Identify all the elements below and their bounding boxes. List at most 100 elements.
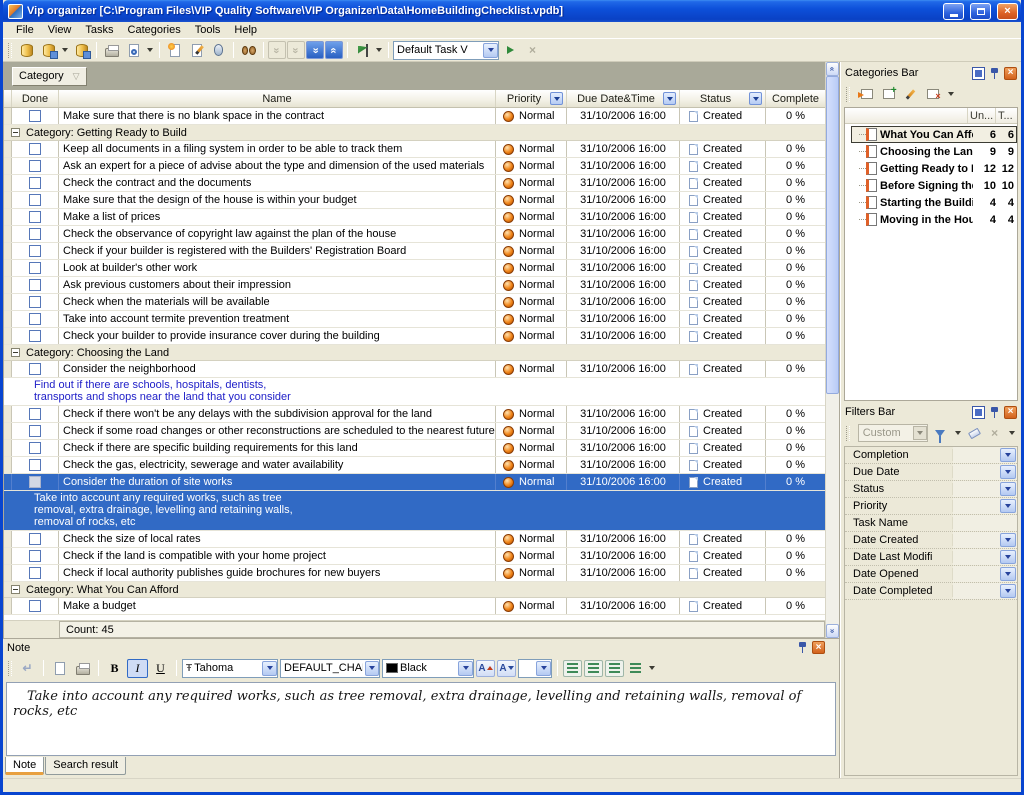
filter-dropdown-button[interactable] bbox=[550, 92, 563, 105]
grow-font-button[interactable]: A bbox=[476, 660, 495, 677]
filter-row[interactable]: Completion bbox=[845, 447, 1017, 464]
restore-button[interactable] bbox=[970, 3, 991, 20]
categories-close-button[interactable]: × bbox=[1004, 67, 1017, 80]
category-group-row[interactable]: Category: Getting Ready to Build bbox=[4, 125, 825, 141]
chevron-down-icon[interactable] bbox=[147, 48, 153, 52]
done-checkbox[interactable] bbox=[29, 110, 41, 122]
scrollbar-thumb[interactable] bbox=[826, 76, 839, 394]
task-row[interactable]: Make a list of pricesNormal31/10/2006 16… bbox=[4, 209, 825, 226]
view-mode-button[interactable] bbox=[352, 40, 373, 60]
filter-row[interactable]: Task Name bbox=[845, 515, 1017, 532]
expand-all-button[interactable]: » bbox=[306, 41, 324, 59]
done-checkbox[interactable] bbox=[29, 262, 41, 274]
task-row[interactable]: Check the size of local ratesNormal31/10… bbox=[4, 531, 825, 548]
category-item[interactable]: Getting Ready to Buil1212 bbox=[851, 160, 1017, 177]
menu-tools[interactable]: Tools bbox=[188, 23, 228, 38]
scroll-down-button[interactable]: » bbox=[826, 624, 839, 638]
done-checkbox[interactable] bbox=[29, 313, 41, 325]
column-header-done[interactable]: Done bbox=[12, 90, 59, 107]
task-row[interactable]: Take into account termite prevention tre… bbox=[4, 311, 825, 328]
done-checkbox[interactable] bbox=[29, 550, 41, 562]
unassigned-column[interactable]: Un... bbox=[967, 108, 995, 123]
charset-combobox[interactable]: DEFAULT_CHAR bbox=[280, 659, 380, 678]
category-group-row[interactable]: Category: What You Can Afford bbox=[4, 582, 825, 598]
scrollbar-track[interactable] bbox=[826, 76, 839, 624]
done-checkbox[interactable] bbox=[29, 533, 41, 545]
shrink-font-button[interactable]: A bbox=[497, 660, 516, 677]
print-note-button[interactable] bbox=[72, 658, 93, 678]
float-panel-icon[interactable] bbox=[972, 67, 985, 80]
font-color-combobox[interactable]: Black bbox=[382, 659, 474, 678]
collapse-group-icon[interactable] bbox=[11, 585, 20, 594]
clear-filter-button[interactable] bbox=[968, 425, 983, 441]
find-button[interactable] bbox=[238, 40, 259, 60]
font-family-combobox[interactable]: Ŧ Tahoma bbox=[182, 659, 278, 678]
combo-arrow-button[interactable] bbox=[458, 661, 473, 676]
underline-button[interactable]: U bbox=[150, 659, 171, 678]
menu-help[interactable]: Help bbox=[227, 23, 264, 38]
done-checkbox[interactable] bbox=[29, 228, 41, 240]
note-editor[interactable]: Take into account any required works, su… bbox=[6, 682, 836, 756]
pin-icon[interactable] bbox=[988, 67, 1001, 80]
column-header-status[interactable]: Status bbox=[680, 90, 766, 107]
task-row[interactable]: Make sure that the design of the house i… bbox=[4, 192, 825, 209]
new-subcategory-button[interactable]: + bbox=[880, 86, 897, 102]
filter-dropdown-button[interactable] bbox=[663, 92, 676, 105]
filter-dropdown-button[interactable] bbox=[1000, 567, 1016, 581]
collapse-group-icon[interactable] bbox=[11, 348, 20, 357]
italic-button[interactable]: I bbox=[127, 659, 148, 678]
filters-close-button[interactable]: × bbox=[1004, 406, 1017, 419]
align-right-button[interactable] bbox=[605, 660, 624, 677]
vertical-scrollbar[interactable]: » » bbox=[825, 62, 839, 638]
filter-row[interactable]: Due Date bbox=[845, 464, 1017, 481]
task-row[interactable]: Check when the materials will be availab… bbox=[4, 294, 825, 311]
chevron-down-icon[interactable] bbox=[649, 666, 655, 670]
task-row[interactable]: Ask previous customers about their impre… bbox=[4, 277, 825, 294]
menu-view[interactable]: View bbox=[41, 23, 79, 38]
category-item[interactable]: Moving in the House44 bbox=[851, 211, 1017, 228]
done-checkbox[interactable] bbox=[29, 177, 41, 189]
category-item[interactable]: Before Signing the Co1010 bbox=[851, 177, 1017, 194]
column-header-complete[interactable]: Complete bbox=[766, 90, 825, 107]
task-row[interactable]: Keep all documents in a filing system in… bbox=[4, 141, 825, 158]
combo-arrow-button[interactable] bbox=[262, 661, 277, 676]
filter-row[interactable]: Date Opened bbox=[845, 566, 1017, 583]
done-checkbox[interactable] bbox=[29, 160, 41, 172]
done-checkbox[interactable] bbox=[29, 143, 41, 155]
filter-dropdown-button[interactable] bbox=[1000, 448, 1016, 462]
done-checkbox[interactable] bbox=[29, 279, 41, 291]
chevron-down-icon[interactable] bbox=[376, 48, 382, 52]
print-button[interactable] bbox=[101, 40, 122, 60]
filter-row[interactable]: Status bbox=[845, 481, 1017, 498]
category-item[interactable]: What You Can Afford66 bbox=[851, 126, 1017, 143]
filter-dropdown-button[interactable] bbox=[1000, 550, 1016, 564]
float-panel-icon[interactable] bbox=[972, 406, 985, 419]
new-task-button[interactable] bbox=[164, 40, 185, 60]
filter-dropdown-button[interactable] bbox=[1000, 533, 1016, 547]
done-checkbox[interactable] bbox=[29, 567, 41, 579]
task-row[interactable]: Check if your builder is registered with… bbox=[4, 243, 825, 260]
filter-dropdown-button[interactable] bbox=[1000, 584, 1016, 598]
new-database-button[interactable] bbox=[38, 40, 59, 60]
tab-search-result[interactable]: Search result bbox=[45, 757, 126, 775]
apply-view-button[interactable] bbox=[500, 40, 521, 60]
done-checkbox[interactable] bbox=[29, 363, 41, 375]
task-row[interactable]: Make a budgetNormal31/10/2006 16:00Creat… bbox=[4, 598, 825, 615]
chevron-down-icon[interactable] bbox=[955, 431, 961, 435]
delete-category-button[interactable]: × bbox=[924, 86, 941, 102]
task-row[interactable]: Check if there are specific building req… bbox=[4, 440, 825, 457]
bullet-list-button[interactable] bbox=[626, 660, 645, 677]
column-header-priority[interactable]: Priority bbox=[496, 90, 567, 107]
combo-arrow-button[interactable] bbox=[365, 661, 379, 676]
chevron-down-icon[interactable] bbox=[62, 48, 68, 52]
filter-row[interactable]: Date Created bbox=[845, 532, 1017, 549]
combo-arrow-button[interactable] bbox=[536, 661, 551, 676]
done-checkbox[interactable] bbox=[29, 459, 41, 471]
task-row[interactable]: Make sure that there is no blank space i… bbox=[4, 108, 825, 125]
menu-tasks[interactable]: Tasks bbox=[78, 23, 120, 38]
task-view-combobox[interactable]: Default Task V bbox=[393, 41, 499, 60]
task-row[interactable]: Ask an expert for a piece of advise abou… bbox=[4, 158, 825, 175]
chevron-down-icon[interactable] bbox=[1009, 431, 1015, 435]
column-header-name[interactable]: Name bbox=[59, 90, 496, 107]
category-name-column[interactable] bbox=[845, 108, 967, 123]
